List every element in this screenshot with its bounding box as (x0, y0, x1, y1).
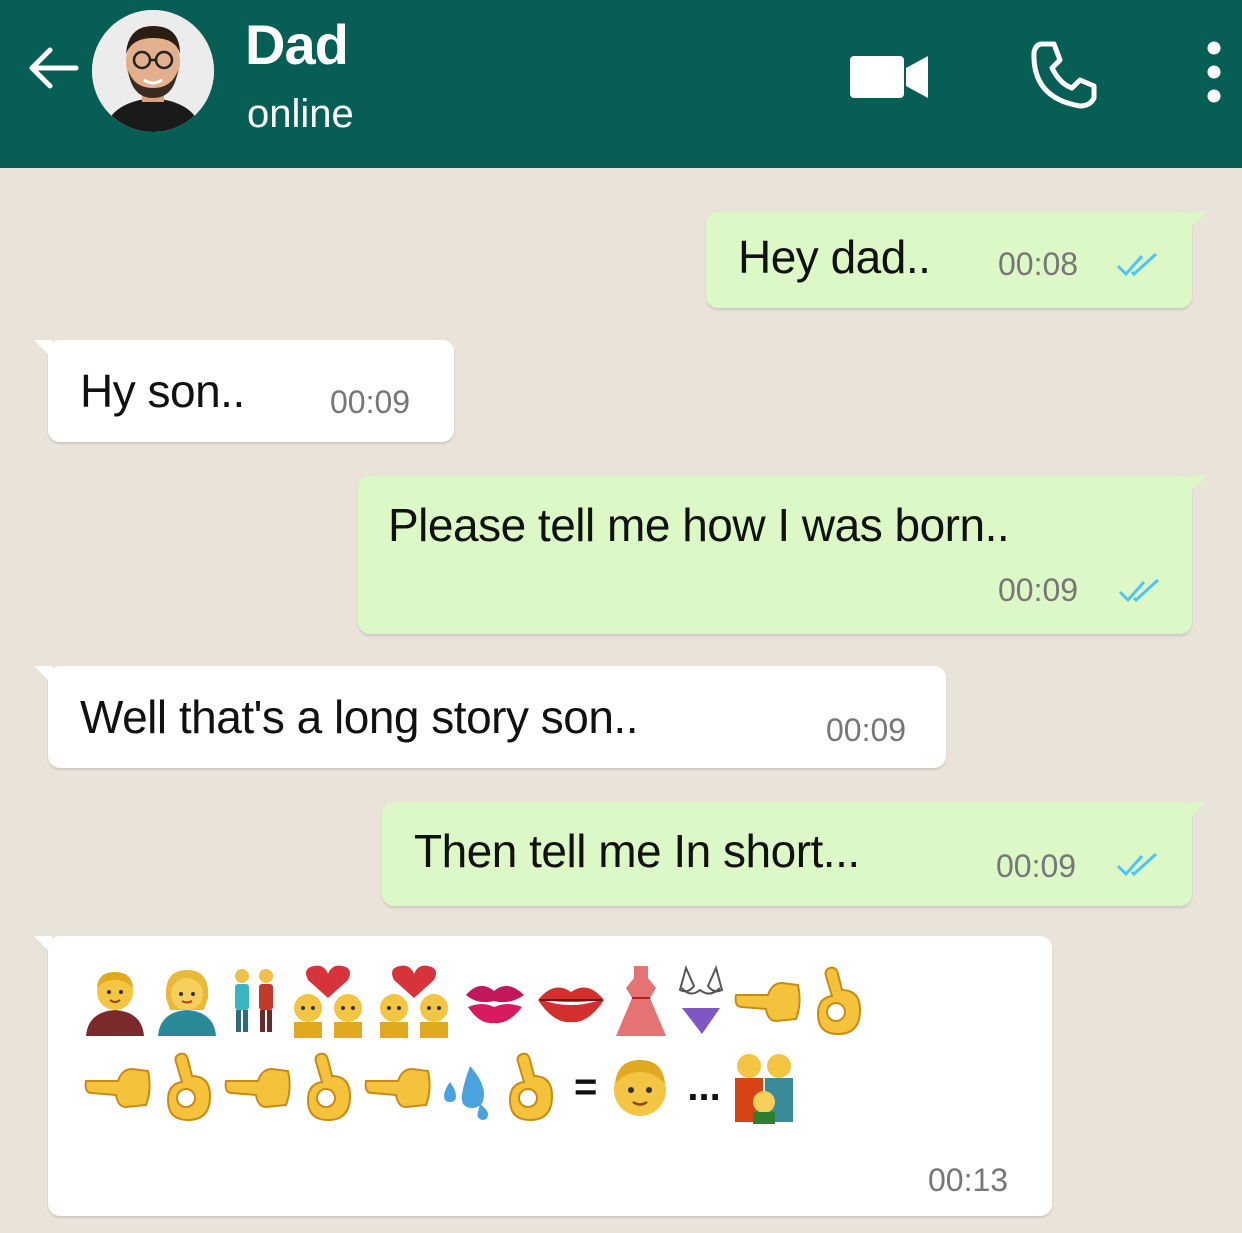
ok-hand-emoji-icon (166, 1052, 212, 1122)
dress-emoji-icon (616, 966, 666, 1036)
incoming-emoji-message[interactable]: = ... 00:13 (34, 936, 1052, 1216)
double-check-icon (1116, 852, 1158, 877)
message-time: 00:09 (826, 712, 907, 748)
incoming-message[interactable]: Hy son.. 00:09 (34, 340, 454, 442)
ellipsis: ... (687, 1064, 721, 1109)
double-check-icon (1118, 578, 1160, 603)
video-call-icon[interactable] (850, 54, 930, 100)
lips-emoji-icon (538, 987, 604, 1023)
bikini-emoji-icon (678, 965, 724, 1034)
back-arrow-icon[interactable] (22, 38, 82, 98)
contact-status: online (247, 92, 354, 136)
outgoing-message[interactable]: Then tell me In short... 00:09 (382, 802, 1206, 906)
pointing-left-emoji-icon (364, 1067, 431, 1109)
family-emoji-icon (734, 1054, 793, 1124)
kiss-mark-emoji-icon (466, 985, 524, 1024)
message-time: 00:13 (928, 1162, 1009, 1198)
message-text: Please tell me how I was born.. (388, 499, 1010, 551)
man-emoji-icon (86, 972, 144, 1036)
ok-hand-emoji-icon (306, 1052, 352, 1122)
double-check-icon (1116, 252, 1158, 277)
couple-with-heart-emoji-icon (380, 965, 448, 1038)
couple-with-heart-emoji-icon (294, 965, 362, 1038)
more-options-icon[interactable] (1202, 40, 1226, 104)
contact-avatar[interactable] (92, 10, 214, 132)
chat-area[interactable]: Hey dad.. 00:08 Hy son.. 00:09 Please te… (0, 168, 1242, 1233)
message-text: Well that's a long story son.. (80, 691, 638, 743)
ok-hand-emoji-icon (508, 1052, 554, 1122)
outgoing-message[interactable]: Please tell me how I was born.. 00:09 (358, 476, 1206, 634)
couple-emoji-icon (235, 969, 273, 1032)
message-time: 00:09 (330, 384, 411, 420)
avatar-photo (92, 10, 214, 132)
message-text: Hey dad.. (738, 231, 931, 283)
pointing-left-emoji-icon (224, 1067, 291, 1109)
voice-call-icon[interactable] (1028, 40, 1098, 110)
ok-hand-emoji-icon (816, 966, 862, 1036)
message-time: 00:09 (998, 572, 1079, 608)
contact-name[interactable]: Dad (245, 12, 349, 77)
pointing-left-emoji-icon (84, 1067, 151, 1109)
boy-emoji-icon (614, 1060, 667, 1116)
message-time: 00:08 (998, 246, 1079, 282)
emoji-line-1 (82, 964, 872, 1038)
emoji-line-2: = ... (82, 1050, 805, 1124)
sweat-droplets-emoji-icon (444, 1066, 488, 1120)
chat-header: Dad online (0, 0, 1242, 168)
equals-sign: = (574, 1064, 598, 1109)
message-text: Hy son.. (80, 365, 245, 417)
message-time: 00:09 (996, 848, 1077, 884)
outgoing-message[interactable]: Hey dad.. 00:08 (706, 212, 1206, 308)
woman-emoji-icon (158, 970, 216, 1036)
pointing-left-emoji-icon (734, 981, 801, 1023)
incoming-message[interactable]: Well that's a long story son.. 00:09 (34, 666, 946, 768)
message-text: Then tell me In short... (414, 825, 860, 877)
